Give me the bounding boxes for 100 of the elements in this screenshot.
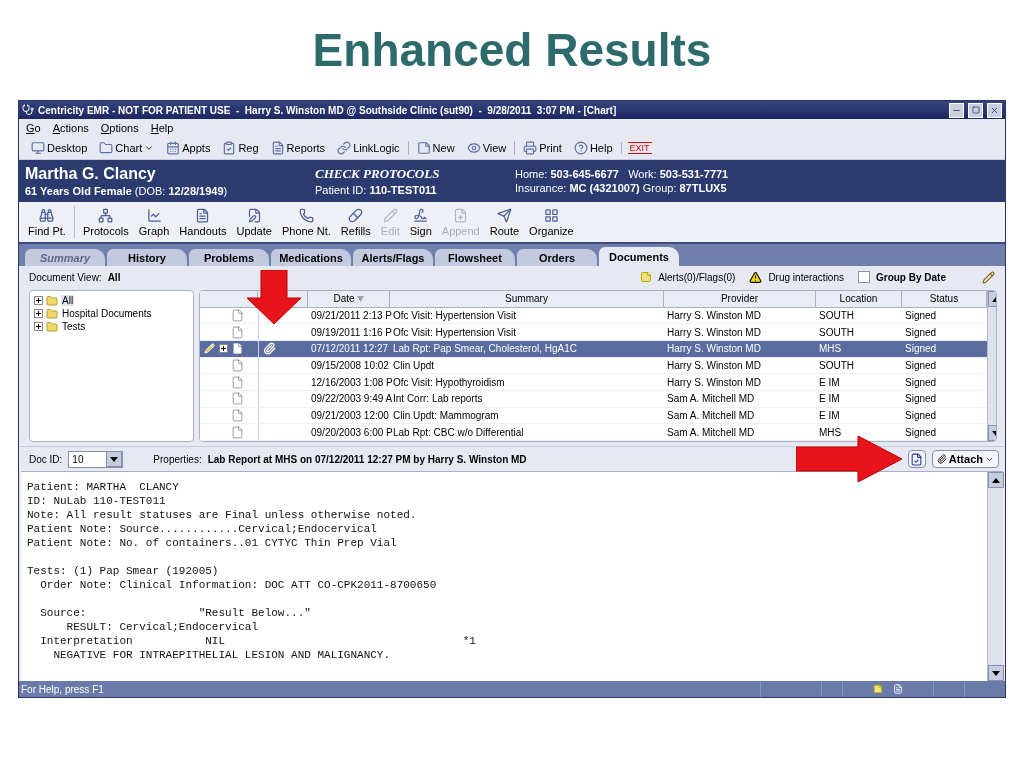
action-button[interactable]: Sign [404, 207, 437, 237]
table-cell-text: Signed [904, 409, 938, 424]
status-text: For Help, press F1 [20, 683, 105, 695]
action-button[interactable]: Refills [335, 207, 376, 237]
table-cell-text: Lab Rpt: Pap Smear, Cholesterol, HgA1C [392, 342, 578, 357]
tab[interactable]: Alerts/Flags [353, 249, 433, 266]
doc-id-label: Doc ID: [29, 453, 63, 465]
toolbar-button[interactable]: Help [571, 141, 615, 155]
patient-name: Martha G. Clancy [25, 165, 157, 183]
table-cell-text: Signed [904, 425, 938, 440]
table-cell-text: Harry S. Winston MD [666, 309, 762, 323]
alerts-flags-link[interactable]: Alerts(0)/Flags(0) [658, 271, 736, 283]
patient-insurance: Insurance: MC (4321007) Group: 87TLUX5 [515, 182, 728, 194]
report-line: Source: "Result Below..." [39, 606, 312, 620]
table-cell-text: 09/22/2003 9:49 A [310, 392, 390, 407]
tree-item[interactable]: All [61, 295, 75, 306]
menu-item[interactable]: Help [150, 122, 174, 134]
table-cell-text: Clin Updt: Mammogram [392, 409, 500, 424]
table-cell-text: 09/15/2008 10:02 [310, 359, 390, 373]
report-line: Patient Note: No. of containers..01 CYTYC Thin Prep Vial [27, 536, 398, 550]
toolbar-button[interactable]: Desktop [29, 141, 90, 155]
report-line: Interpretation NIL *1 [39, 634, 477, 648]
table-row[interactable]: 09/19/2011 1:16 POfc Visit: Hypertension Visit Harry S. Winston MD SOUTH Signed [200, 324, 987, 341]
slide-title: Enhanced Results [312, 23, 712, 77]
action-button[interactable]: Graph [133, 207, 175, 237]
table-cell-text: Ofc Visit: Hypertension Visit [392, 309, 517, 323]
table-cell-text: SOUTH [818, 359, 855, 373]
table-row[interactable]: 09/22/2003 9:49 AInt Corr: Lab reports Sam A. Mitchell MD E IM Signed [200, 391, 987, 408]
patient-id: Patient ID: 110-TEST011 [315, 184, 438, 196]
table-cell-text: 09/19/2011 1:16 P [310, 325, 390, 340]
table-cell-text: Sam A. Mitchell MD [666, 409, 756, 424]
action-button[interactable]: Route [484, 207, 525, 237]
doc-id-dropdown[interactable]: 10 [68, 450, 124, 468]
table-cell-text: Harry S. Winston MD [666, 325, 762, 340]
protocol-alert-text: CHECK PROTOCOLS [315, 166, 441, 182]
table-cell-text: 09/21/2003 12:00 [310, 409, 390, 424]
toolbar-button[interactable]: View [464, 141, 509, 155]
report-line: RESULT: Cervical;Endocervical [65, 620, 260, 634]
table-cell-text: Harry S. Winston MD [666, 359, 762, 373]
table-row[interactable]: 09/20/2003 6:00 PLab Rpt: CBC w/o Differential Sam A. Mitchell MD MHS Signed [200, 424, 987, 441]
document-view-label: Document View: [29, 271, 102, 283]
table-row[interactable]: 12/16/2003 1:08 POfc Visit: Hypothyroidism Harry S. Winston MD E IM Signed [200, 374, 987, 392]
report-line: Order Note: Clinical Information: DOC ATT CO-CPK2011-8700650 [39, 578, 438, 592]
action-button[interactable]: Update [231, 207, 277, 237]
menu-item[interactable]: Actions [52, 122, 89, 134]
toolbar-button[interactable]: Appts [164, 141, 213, 155]
tree-item[interactable]: Tests [61, 321, 87, 332]
attach-button[interactable]: Attach [931, 450, 999, 468]
table-cell-text: Harry S. Winston MD [666, 342, 762, 357]
table-cell-text: E IM [818, 375, 841, 390]
column-header[interactable]: Location [816, 291, 902, 307]
tab[interactable]: History [107, 249, 187, 266]
table-cell-text: Signed [904, 375, 938, 390]
column-header[interactable]: Date [308, 291, 390, 307]
toolbar-button[interactable]: New [414, 141, 457, 155]
toolbar-button[interactable]: LinkLogic [335, 141, 402, 155]
table-cell-text: Ofc Visit: Hypertension Visit [392, 325, 517, 340]
tab[interactable]: Documents [599, 247, 679, 266]
table-cell-text: Signed [904, 392, 938, 407]
tab[interactable]: Orders [517, 249, 597, 266]
report-line: Patient: MARTHA CLANCY [27, 480, 180, 494]
column-header[interactable]: Summary [390, 291, 664, 307]
properties-label: Properties: [153, 453, 202, 465]
tab[interactable]: Flowsheet [435, 249, 515, 266]
tab[interactable]: Medications [271, 249, 351, 266]
table-row[interactable]: 07/12/2011 12:27 Lab Rpt: Pap Smear, Cholesterol, HgA1C Harry S. Winston MD MHS Signed [200, 341, 987, 358]
action-button[interactable]: Find Pt. [23, 207, 71, 237]
toolbar-button[interactable]: Reports [268, 141, 328, 155]
table-cell-text: Signed [904, 325, 938, 340]
table-cell-text: 09/21/2011 2:13 P [310, 309, 390, 323]
tree-item[interactable]: Hospital Documents [61, 308, 153, 319]
table-cell-text: E IM [818, 409, 841, 424]
table-cell-text: Clin Updt [392, 359, 436, 373]
report-line: Tests: (1) Pap Smear (192005) [27, 564, 220, 578]
table-cell-text: Int Corr: Lab reports [392, 392, 484, 407]
patient-phones: Home: 503-645-6677 Work: 503-531-7771 [515, 168, 730, 180]
report-line: ID: NuLab 110-TEST011 [27, 494, 167, 508]
tab[interactable]: Problems [189, 249, 269, 266]
action-button[interactable]: Handouts [174, 207, 232, 237]
menu-item[interactable]: Options [100, 122, 139, 134]
table-cell-text: MHS [818, 425, 843, 440]
toolbar-button[interactable]: Chart [97, 141, 157, 155]
table-cell-text: SOUTH [818, 309, 855, 323]
column-header[interactable]: Provider [664, 291, 816, 307]
action-button[interactable]: Organize [524, 207, 579, 237]
toolbar-button[interactable]: Reg [220, 141, 261, 155]
menu-item[interactable]: Go [26, 122, 41, 134]
toolbar-button[interactable]: Print [521, 141, 564, 155]
table-cell-text: Signed [904, 359, 938, 373]
table-cell-text: SOUTH [818, 325, 855, 340]
group-by-date-label: Group By Date [876, 271, 946, 283]
action-button[interactable]: Protocols [77, 207, 134, 237]
action-button[interactable]: Phone Nt. [276, 207, 336, 237]
exit-button[interactable]: EXIT [627, 142, 652, 154]
report-line: Note: All result statuses are Final unless otherwise noted. [27, 508, 418, 522]
properties-value: Lab Report at MHS on 07/12/2011 12:27 PM by Harry S. Winston MD [207, 453, 527, 465]
drug-interactions-link[interactable]: Drug interactions [768, 271, 844, 283]
table-cell-text: E IM [818, 392, 841, 407]
table-cell-text: Harry S. Winston MD [666, 375, 762, 390]
table-cell-text: MHS [818, 342, 843, 357]
